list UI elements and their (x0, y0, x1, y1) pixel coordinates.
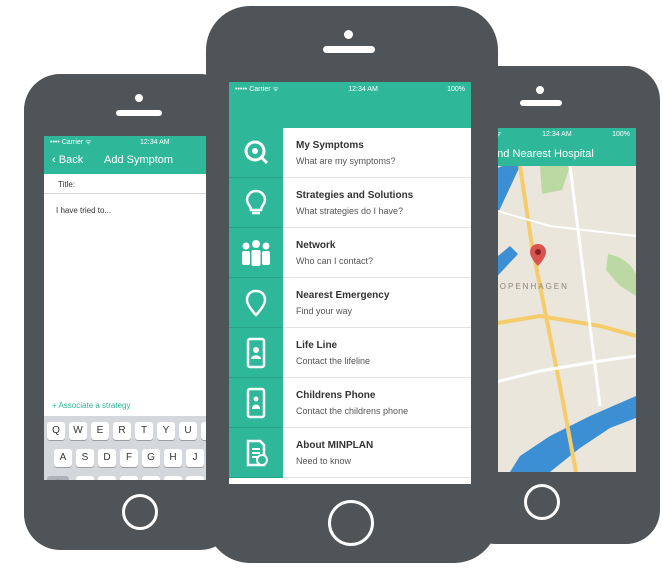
menu-item-subtitle: Who can I contact? (296, 256, 374, 266)
menu-item-life-line[interactable]: Life Line Contact the lifeline (229, 328, 471, 378)
right-screen: ••• ᯤ 12:34 AM 100% Find Nearest Hospita… (480, 128, 636, 472)
document-icon (246, 439, 268, 466)
menu-item-childrens-phone[interactable]: Childrens Phone Contact the childrens ph… (229, 378, 471, 428)
menu-item-about[interactable]: About MINPLAN Need to know (229, 428, 471, 478)
key-j[interactable]: J (186, 449, 204, 467)
hospital-navbar: ••• ᯤ 12:34 AM 100% Find Nearest Hospita… (480, 128, 636, 166)
status-carrier: •••• Carrier ᯤ (50, 138, 92, 146)
camera-dot (135, 94, 143, 102)
home-button[interactable] (524, 484, 560, 520)
key-w[interactable]: W (69, 422, 87, 440)
status-battery: 100% (612, 130, 630, 138)
speaker-slot (116, 110, 162, 116)
status-time: 12:34 AM (348, 85, 378, 93)
page-title: Add Symptom (104, 154, 174, 166)
chevron-left-icon: ‹ (52, 154, 59, 166)
associate-strategy-link[interactable]: + Associate a strategy (52, 401, 131, 410)
hospital-map[interactable]: COPENHAGEN (480, 165, 636, 472)
map-graphic (480, 165, 636, 472)
symptom-body-field[interactable]: I have tried to... (56, 206, 111, 215)
key-u[interactable]: U (179, 422, 197, 440)
menu-item-subtitle: Contact the lifeline (296, 356, 371, 366)
home-button[interactable] (122, 494, 158, 530)
menu-item-subtitle: Contact the childrens phone (296, 406, 409, 416)
add-symptom-navbar: •••• Carrier ᯤ 12:34 AM ▮ ‹ Back Add Sym… (44, 136, 228, 174)
middle-phone: ••••• Carrier ᯤ 12:34 AM 100% My Symptom… (206, 6, 498, 563)
title-field[interactable]: Title: (44, 174, 228, 194)
speaker-slot (520, 100, 562, 106)
left-screen: •••• Carrier ᯤ 12:34 AM ▮ ‹ Back Add Sym… (44, 136, 228, 480)
menu-item-title: About MINPLAN (296, 440, 374, 451)
key-n[interactable]: N (186, 476, 204, 480)
menu-item-title: Life Line (296, 340, 338, 351)
key-g[interactable]: G (142, 449, 160, 467)
camera-dot (344, 30, 353, 39)
middle-screen: ••••• Carrier ᯤ 12:34 AM 100% My Symptom… (229, 82, 471, 484)
key-c[interactable]: C (120, 476, 138, 480)
shift-key[interactable]: ⇧ (47, 476, 69, 480)
key-s[interactable]: S (76, 449, 94, 467)
lightbulb-icon (245, 189, 267, 214)
key-h[interactable]: H (164, 449, 182, 467)
menu-item-my-symptoms[interactable]: My Symptoms What are my symptoms? (229, 128, 471, 178)
status-bar: •••• Carrier ᯤ 12:34 AM ▮ (44, 136, 228, 148)
status-carrier: ••••• Carrier ᯤ (235, 85, 279, 93)
status-bar: ••• ᯤ 12:34 AM 100% (480, 128, 636, 140)
camera-dot (536, 86, 544, 94)
menu-item-title: Childrens Phone (296, 390, 376, 401)
key-e[interactable]: E (91, 422, 109, 440)
menu-item-title: Strategies and Solutions (296, 190, 414, 201)
phone-child-icon (246, 387, 266, 418)
phone-icon (246, 337, 266, 368)
menu-item-title: Network (296, 240, 336, 251)
key-x[interactable]: X (98, 476, 116, 480)
key-b[interactable]: B (164, 476, 182, 480)
key-r[interactable]: R (113, 422, 131, 440)
map-city-label: COPENHAGEN (492, 282, 569, 291)
key-y[interactable]: Y (157, 422, 175, 440)
status-battery: 100% (447, 85, 465, 93)
key-f[interactable]: F (120, 449, 138, 467)
menu-item-title: Nearest Emergency (296, 290, 390, 301)
menu-item-nearest-emergency[interactable]: Nearest Emergency Find your way (229, 278, 471, 328)
key-d[interactable]: D (98, 449, 116, 467)
menu-item-subtitle: What are my symptoms? (296, 156, 396, 166)
main-menu: My Symptoms What are my symptoms? Strate… (229, 128, 471, 478)
back-button[interactable]: ‹ Back (52, 154, 83, 166)
status-bar: ••••• Carrier ᯤ 12:34 AM 100% (229, 82, 471, 96)
page-title: Find Nearest Hospital (488, 148, 594, 160)
back-label: Back (58, 154, 84, 166)
menu-item-title: My Symptoms (296, 140, 364, 151)
status-time: 12:34 AM (542, 130, 572, 138)
keyboard: Q W E R T Y U I A S D F G H J K ⇧ Z X C … (44, 416, 228, 480)
menu-item-strategies[interactable]: Strategies and Solutions What strategies… (229, 178, 471, 228)
menu-item-subtitle: Find your way (296, 306, 353, 316)
map-pin-icon (245, 289, 267, 317)
people-icon (242, 239, 270, 266)
key-q[interactable]: Q (47, 422, 65, 440)
left-phone: •••• Carrier ᯤ 12:34 AM ▮ ‹ Back Add Sym… (24, 74, 236, 550)
status-time: 12:34 AM (140, 138, 170, 146)
title-field-label: Title: (58, 180, 76, 189)
app-header: ••••• Carrier ᯤ 12:34 AM 100% (229, 82, 471, 128)
key-z[interactable]: Z (76, 476, 94, 480)
speaker-slot (323, 46, 375, 53)
menu-item-network[interactable]: Network Who can I contact? (229, 228, 471, 278)
menu-item-subtitle: What strategies do I have? (296, 206, 404, 216)
key-t[interactable]: T (135, 422, 153, 440)
menu-item-subtitle: Need to know (296, 456, 352, 466)
key-v[interactable]: V (142, 476, 160, 480)
key-a[interactable]: A (54, 449, 72, 467)
magnifier-icon (244, 140, 269, 164)
home-button[interactable] (328, 500, 374, 546)
